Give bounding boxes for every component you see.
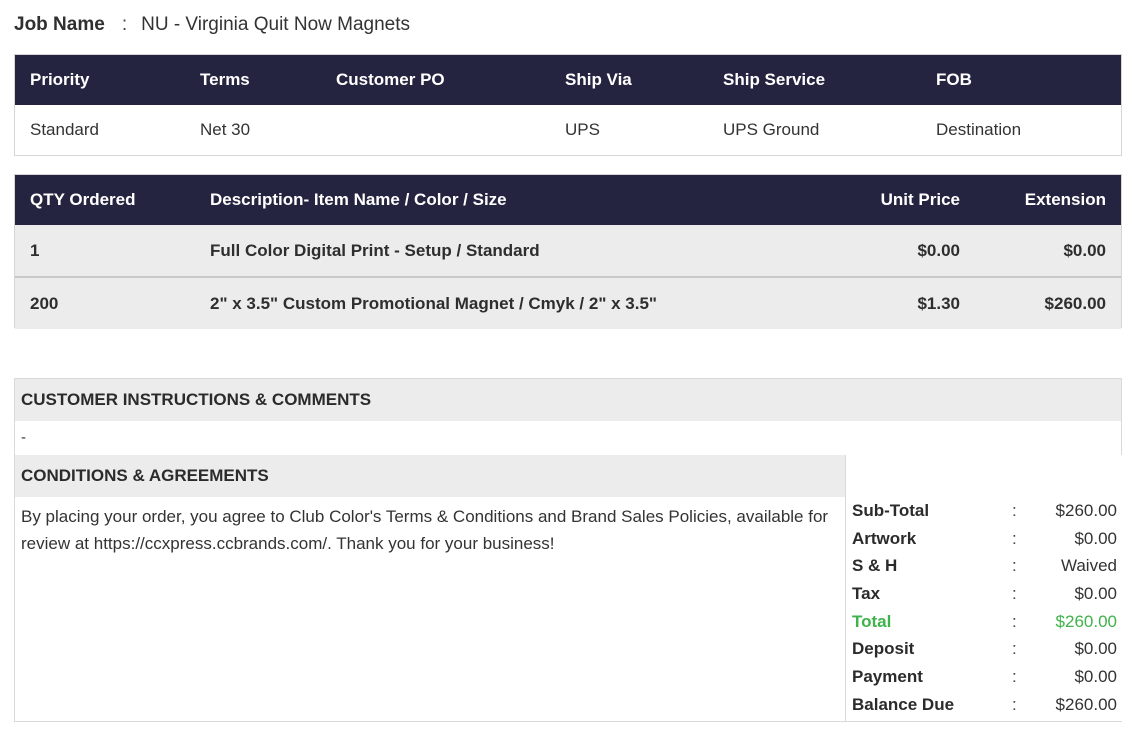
tax-label: Tax [852,584,881,603]
payment-label: Payment [852,667,923,686]
order-info-header-row: Priority Terms Customer PO Ship Via Ship… [15,55,1121,105]
separator: : [1012,612,1017,631]
header-qty-ordered: QTY Ordered [30,190,136,209]
conditions-text: By placing your order, you agree to Club… [21,507,829,553]
tax-row: Tax : $0.00 [846,580,1123,608]
separator: : [1012,556,1017,575]
header-customer-po: Customer PO [336,70,445,89]
header-fob: FOB [936,70,972,89]
total-value: $260.00 [1055,612,1117,631]
header-ship-via: Ship Via [565,70,632,89]
subtotal-label: Sub-Total [852,501,930,520]
customer-instructions-heading: CUSTOMER INSTRUCTIONS & COMMENTS [15,379,1121,421]
ship-via-value: UPS [565,120,600,139]
job-name-value: NU - Virginia Quit Now Magnets [141,14,411,35]
ship-service-value: UPS Ground [723,120,820,139]
shipping-handling-value: Waived [1060,556,1117,575]
header-terms: Terms [200,70,250,89]
header-priority: Priority [30,70,90,89]
fob-value: Destination [936,120,1022,139]
item-description: Full Color Digital Print - Setup / Stand… [210,240,540,260]
separator: : [1012,639,1017,658]
subtotal-row: Sub-Total : $260.00 [846,497,1123,525]
separator: : [1012,584,1017,603]
job-name-separator: : [121,14,128,35]
line-items-table: QTY Ordered Description- Item Name / Col… [14,174,1122,329]
terms-value: Net 30 [200,120,251,139]
order-info-table: Priority Terms Customer PO Ship Via Ship… [14,54,1122,156]
total-row: Total : $260.00 [846,608,1123,636]
header-unit-price: Unit Price [880,190,960,209]
item-description: 2" x 3.5" Custom Promotional Magnet / Cm… [210,293,657,313]
separator: : [1012,501,1017,520]
conditions-heading: CONDITIONS & AGREEMENTS [15,455,845,497]
payment-value: $0.00 [1074,667,1117,686]
artwork-label: Artwork [852,529,917,548]
table-row: 1 Full Color Digital Print - Setup / Sta… [15,225,1121,278]
total-label: Total [852,612,892,631]
separator: : [1012,667,1017,686]
separator: : [1012,529,1017,548]
job-name-row: Job Name : NU - Virginia Quit Now Magnet… [14,10,410,40]
item-unit-price: $1.30 [917,293,960,313]
balance-due-label: Balance Due [852,695,955,714]
priority-value: Standard [30,120,99,139]
item-qty: 200 [30,293,59,313]
totals-summary: Sub-Total : $260.00 Artwork : $0.00 S & … [845,455,1123,721]
balance-due-row: Balance Due : $260.00 [846,691,1123,719]
item-qty: 1 [30,240,40,260]
deposit-value: $0.00 [1074,639,1117,658]
payment-row: Payment : $0.00 [846,663,1123,691]
header-ship-service: Ship Service [723,70,826,89]
item-extension: $260.00 [1044,293,1106,313]
shipping-handling-label: S & H [852,556,898,575]
notes-and-totals-block: CUSTOMER INSTRUCTIONS & COMMENTS - CONDI… [14,378,1123,722]
header-extension: Extension [1024,190,1106,209]
header-description: Description- Item Name / Color / Size [210,190,507,209]
artwork-row: Artwork : $0.00 [846,525,1123,553]
balance-due-value: $260.00 [1055,695,1117,714]
item-unit-price: $0.00 [917,240,960,260]
separator: : [1012,695,1017,714]
job-name-label: Job Name [14,14,105,35]
item-extension: $0.00 [1063,240,1106,260]
artwork-value: $0.00 [1074,529,1117,548]
deposit-label: Deposit [852,639,915,658]
shipping-handling-row: S & H : Waived [846,552,1123,580]
line-items-header-row: QTY Ordered Description- Item Name / Col… [15,175,1121,225]
subtotal-value: $260.00 [1055,501,1117,520]
order-info-values-row: Standard Net 30 UPS UPS Ground Destinati… [15,105,1121,155]
tax-value: $0.00 [1074,584,1117,603]
table-row: 200 2" x 3.5" Custom Promotional Magnet … [15,278,1121,329]
deposit-row: Deposit : $0.00 [846,635,1123,663]
customer-instructions-text: - [21,429,26,446]
